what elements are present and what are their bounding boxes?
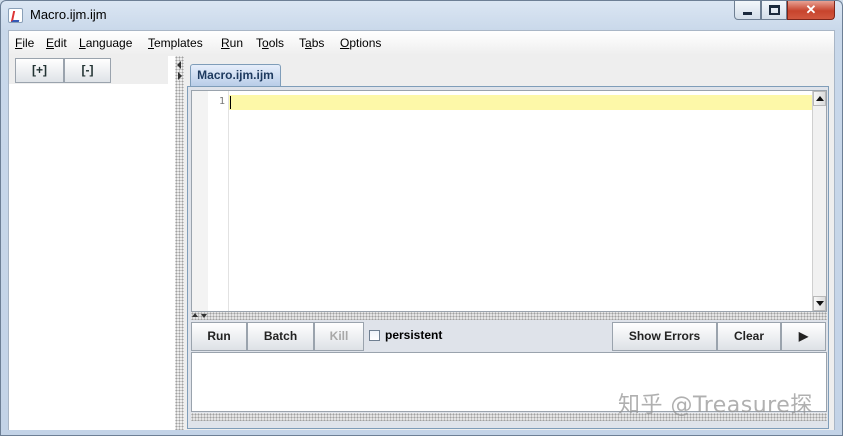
expand-right-arrow-icon[interactable] <box>178 72 182 80</box>
show-errors-button[interactable]: Show Errors <box>612 322 717 351</box>
line-number-gutter <box>208 91 229 311</box>
split-pane-divider[interactable] <box>175 56 184 430</box>
tree-button-row: [+] [-] <box>9 56 168 84</box>
client-area: File Edit Language Templates Run Tools T… <box>8 30 835 430</box>
minimize-button[interactable] <box>734 1 761 20</box>
split-up-arrow-icon[interactable] <box>192 313 198 317</box>
editor-tabs-area: Macro.ijm.ijm 1 Run Batch Kill persisten… <box>184 56 834 430</box>
watermark: 知乎 @Treasure探 <box>618 393 813 418</box>
menu-tabs[interactable]: Tabs <box>299 36 324 50</box>
menu-tools[interactable]: Tools <box>256 36 284 50</box>
scroll-down-icon[interactable] <box>813 296 826 311</box>
close-icon: ✕ <box>805 2 817 17</box>
menu-templates[interactable]: Templates <box>148 36 203 50</box>
app-window: Macro.ijm.ijm ✕ File Edit Language Templ… <box>0 0 843 436</box>
vertical-scrollbar[interactable] <box>812 91 826 311</box>
menu-run[interactable]: Run <box>221 36 243 50</box>
editor-output-splitter[interactable] <box>191 312 827 320</box>
menu-edit[interactable]: Edit <box>46 36 67 50</box>
window-title: Macro.ijm.ijm <box>30 7 107 22</box>
menu-file[interactable]: File <box>15 36 34 50</box>
maximize-button[interactable] <box>761 1 787 20</box>
current-line-highlight <box>229 95 812 110</box>
clear-button[interactable]: Clear <box>717 322 781 351</box>
editor-tab-panel: 1 Run Batch Kill persistent Show Errors … <box>187 86 829 429</box>
close-button[interactable]: ✕ <box>787 1 835 20</box>
text-caret <box>230 96 231 109</box>
tab-macro-ijm[interactable]: Macro.ijm.ijm <box>190 64 281 86</box>
menu-language[interactable]: Language <box>79 36 132 50</box>
title-bar[interactable]: Macro.ijm.ijm ✕ <box>1 1 842 30</box>
java-app-icon <box>8 8 23 23</box>
line-number: 1 <box>218 96 225 107</box>
persistent-checkbox[interactable] <box>369 330 380 341</box>
expand-button[interactable]: [+] <box>15 58 64 83</box>
collapse-left-arrow-icon[interactable] <box>177 61 181 69</box>
more-arrow-icon[interactable]: ▶ <box>781 322 826 351</box>
collapse-button[interactable]: [-] <box>64 58 111 83</box>
file-tree-panel[interactable]: [+] [-] <box>9 56 176 430</box>
code-editor[interactable]: 1 <box>191 90 827 312</box>
kill-button[interactable]: Kill <box>314 322 364 351</box>
run-button[interactable]: Run <box>191 322 247 351</box>
fold-gutter <box>192 91 208 311</box>
split-down-arrow-icon[interactable] <box>201 314 207 318</box>
persistent-label: persistent <box>385 328 443 342</box>
batch-button[interactable]: Batch <box>247 322 314 351</box>
menu-options[interactable]: Options <box>340 36 381 50</box>
menu-bar: File Edit Language Templates Run Tools T… <box>9 31 834 55</box>
run-toolbar: Run Batch Kill persistent Show Errors Cl… <box>191 322 827 351</box>
scroll-up-icon[interactable] <box>813 91 826 106</box>
